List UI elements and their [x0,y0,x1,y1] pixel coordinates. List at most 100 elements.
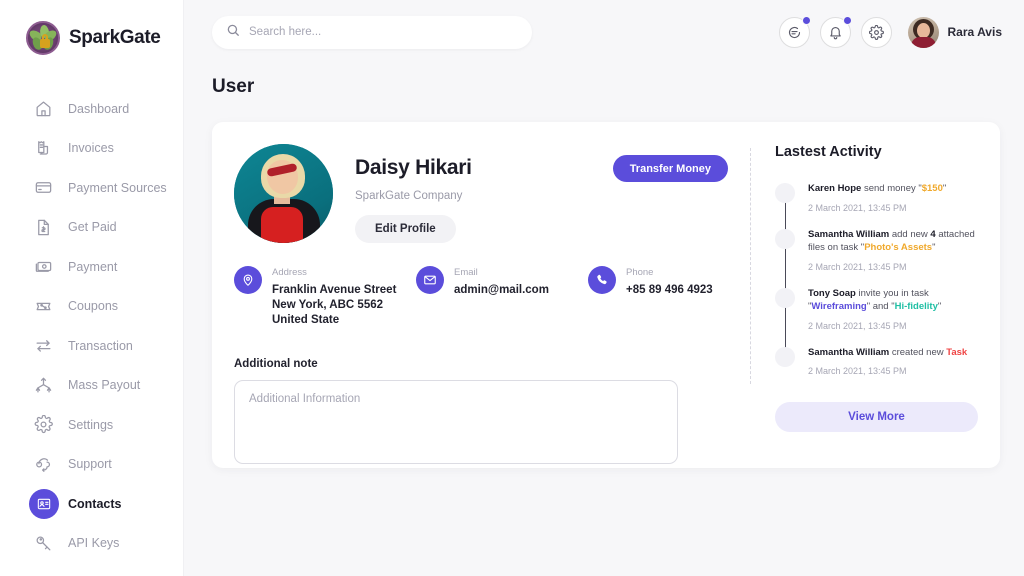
credit-card-icon [33,177,54,198]
profile-company: SparkGate Company [355,190,463,202]
activity-text: Tony Soap invite you in task "Wireframin… [808,287,942,313]
activity-actor: Tony Soap [808,287,856,299]
avatar [907,16,939,48]
contact-details: Address Franklin Avenue Street New York, A… [234,266,750,328]
timeline-dot [775,183,795,203]
sidebar-item-label: Contacts [68,496,122,511]
additional-note-label: Additional note [234,358,318,370]
transfer-money-button[interactable]: Transfer Money [612,155,728,182]
sidebar-item-label: Mass Payout [68,378,141,393]
coupon-percent-icon [33,296,54,317]
sidebar-item-dashboard[interactable]: Dashboard [0,89,183,129]
sidebar-item-payment[interactable]: Payment [0,247,183,287]
sidebar-item-contacts[interactable]: Contacts [0,484,183,524]
document-dollar-icon [33,217,54,238]
sidebar-item-transaction[interactable]: Transaction [0,326,183,366]
main-area: Rara Avis User Transfer Money Daisy Hika… [184,0,1024,576]
mass-payout-icon [33,375,54,396]
contact-label: Address [272,267,307,278]
messages-badge-dot [801,15,811,25]
user-name: Rara Avis [947,25,1002,39]
phone-icon [588,266,616,294]
support-headset-icon [33,454,54,475]
activity-actor: Samantha William [808,228,890,240]
additional-note-input[interactable] [234,380,678,464]
contact-value-line: New York, ABC 5562 [272,299,384,311]
contact-value-line: +85 89 496 4923 [626,284,713,296]
sidebar-item-label: API Keys [68,536,120,551]
contact-value: admin@mail.com [454,283,549,298]
sidebar-item-label: Get Paid [68,220,117,235]
activity-item[interactable]: Samantha William created new Task 2 March… [775,346,978,376]
contact-address: Address Franklin Avenue Street New York, A… [234,266,416,328]
key-icon [33,533,54,554]
sidebar-item-invoices[interactable]: Invoices [0,129,183,169]
brand-name: SparkGate [69,27,161,48]
edit-profile-button[interactable]: Edit Profile [355,215,456,243]
chat-bubble-icon-button[interactable] [778,15,811,48]
contact-value-line: Franklin Avenue Street [272,284,397,296]
activity-item[interactable]: Samantha William add new 4 attached file… [775,228,978,272]
notifications-badge-dot [842,15,852,25]
topbar: Rara Avis [184,0,1024,64]
gear-icon-button[interactable] [860,16,892,48]
sidebar-nav: Dashboard Invoices Payment Sources Get Paid… [0,89,183,563]
topbar-actions: Rara Avis [778,15,1002,48]
activity-time: 2 March 2021, 13:45 PM [808,261,907,272]
search-icon [226,23,240,42]
sidebar-item-label: Transaction [68,338,133,353]
activity-actor: Samantha William [808,346,890,358]
contact-label: Email [454,267,478,278]
timeline-dot [775,287,795,308]
sidebar-item-label: Payment Sources [68,180,167,195]
timeline-dot [775,346,795,367]
contact-value-line: United State [272,314,340,326]
activity-actor: Karen Hope [808,183,862,194]
sidebar-item-mass-payout[interactable]: Mass Payout [0,366,183,406]
sidebar-item-get-paid[interactable]: Get Paid [0,208,183,248]
transfer-arrows-icon [33,335,54,356]
sidebar-item-label: Coupons [68,299,119,314]
activity-time: 2 March 2021, 13:45 PM [808,202,907,213]
activity-item[interactable]: Tony Soap invite you in task "Wireframin… [775,287,978,331]
activity-item[interactable]: Karen Hope send money "$150" 2 March 2021… [775,182,978,213]
sidebar-item-support[interactable]: Support [0,445,183,485]
home-icon [33,98,54,119]
sidebar: SparkGate Dashboard Invoices Payment Sourc… [0,0,184,576]
profile-section: Transfer Money Daisy Hikari SparkGate Co… [212,122,750,468]
sidebar-item-label: Invoices [68,141,114,156]
sparkgate-leaf-lock-logo-icon [26,21,60,55]
activity-text: Samantha William created new Task [808,346,968,358]
contact-email: Email admin@mail.com [416,266,588,328]
page-title: User [212,76,255,97]
invoice-icon [33,138,54,159]
activity-time: 2 March 2021, 13:45 PM [808,320,907,331]
sidebar-item-payment-sources[interactable]: Payment Sources [0,168,183,208]
bell-icon-button[interactable] [819,15,852,48]
profile-photo [234,144,333,243]
sidebar-item-label: Support [68,457,112,472]
gear-icon [33,414,54,435]
sidebar-item-label: Settings [68,417,114,432]
search-box[interactable] [212,15,532,49]
timeline-dot [775,228,795,249]
location-pin-icon [234,266,262,294]
sidebar-item-label: Payment [68,259,118,274]
contact-value-line: admin@mail.com [454,284,549,296]
search-input[interactable] [249,26,518,38]
activity-title: Lastest Activity [775,144,882,160]
user-menu[interactable]: Rara Avis [907,16,1002,48]
contact-card-icon [29,488,59,519]
activity-time: 2 March 2021, 13:45 PM [808,366,907,376]
banknote-icon [33,256,54,277]
sidebar-item-coupons[interactable]: Coupons [0,287,183,327]
view-more-button[interactable]: View More [775,402,978,432]
sidebar-item-api-keys[interactable]: API Keys [0,524,183,564]
brand[interactable]: SparkGate [0,0,183,55]
activity-text: Samantha William add new 4 attached file… [808,228,975,254]
sidebar-item-settings[interactable]: Settings [0,405,183,445]
app-root: SparkGate Dashboard Invoices Payment Sourc… [0,0,1024,576]
activity-timeline: Karen Hope send money "$150" 2 March 2021… [775,182,978,376]
sidebar-item-label: Dashboard [68,101,130,116]
contact-value: Franklin Avenue Street New York, ABC 5562… [272,283,396,328]
